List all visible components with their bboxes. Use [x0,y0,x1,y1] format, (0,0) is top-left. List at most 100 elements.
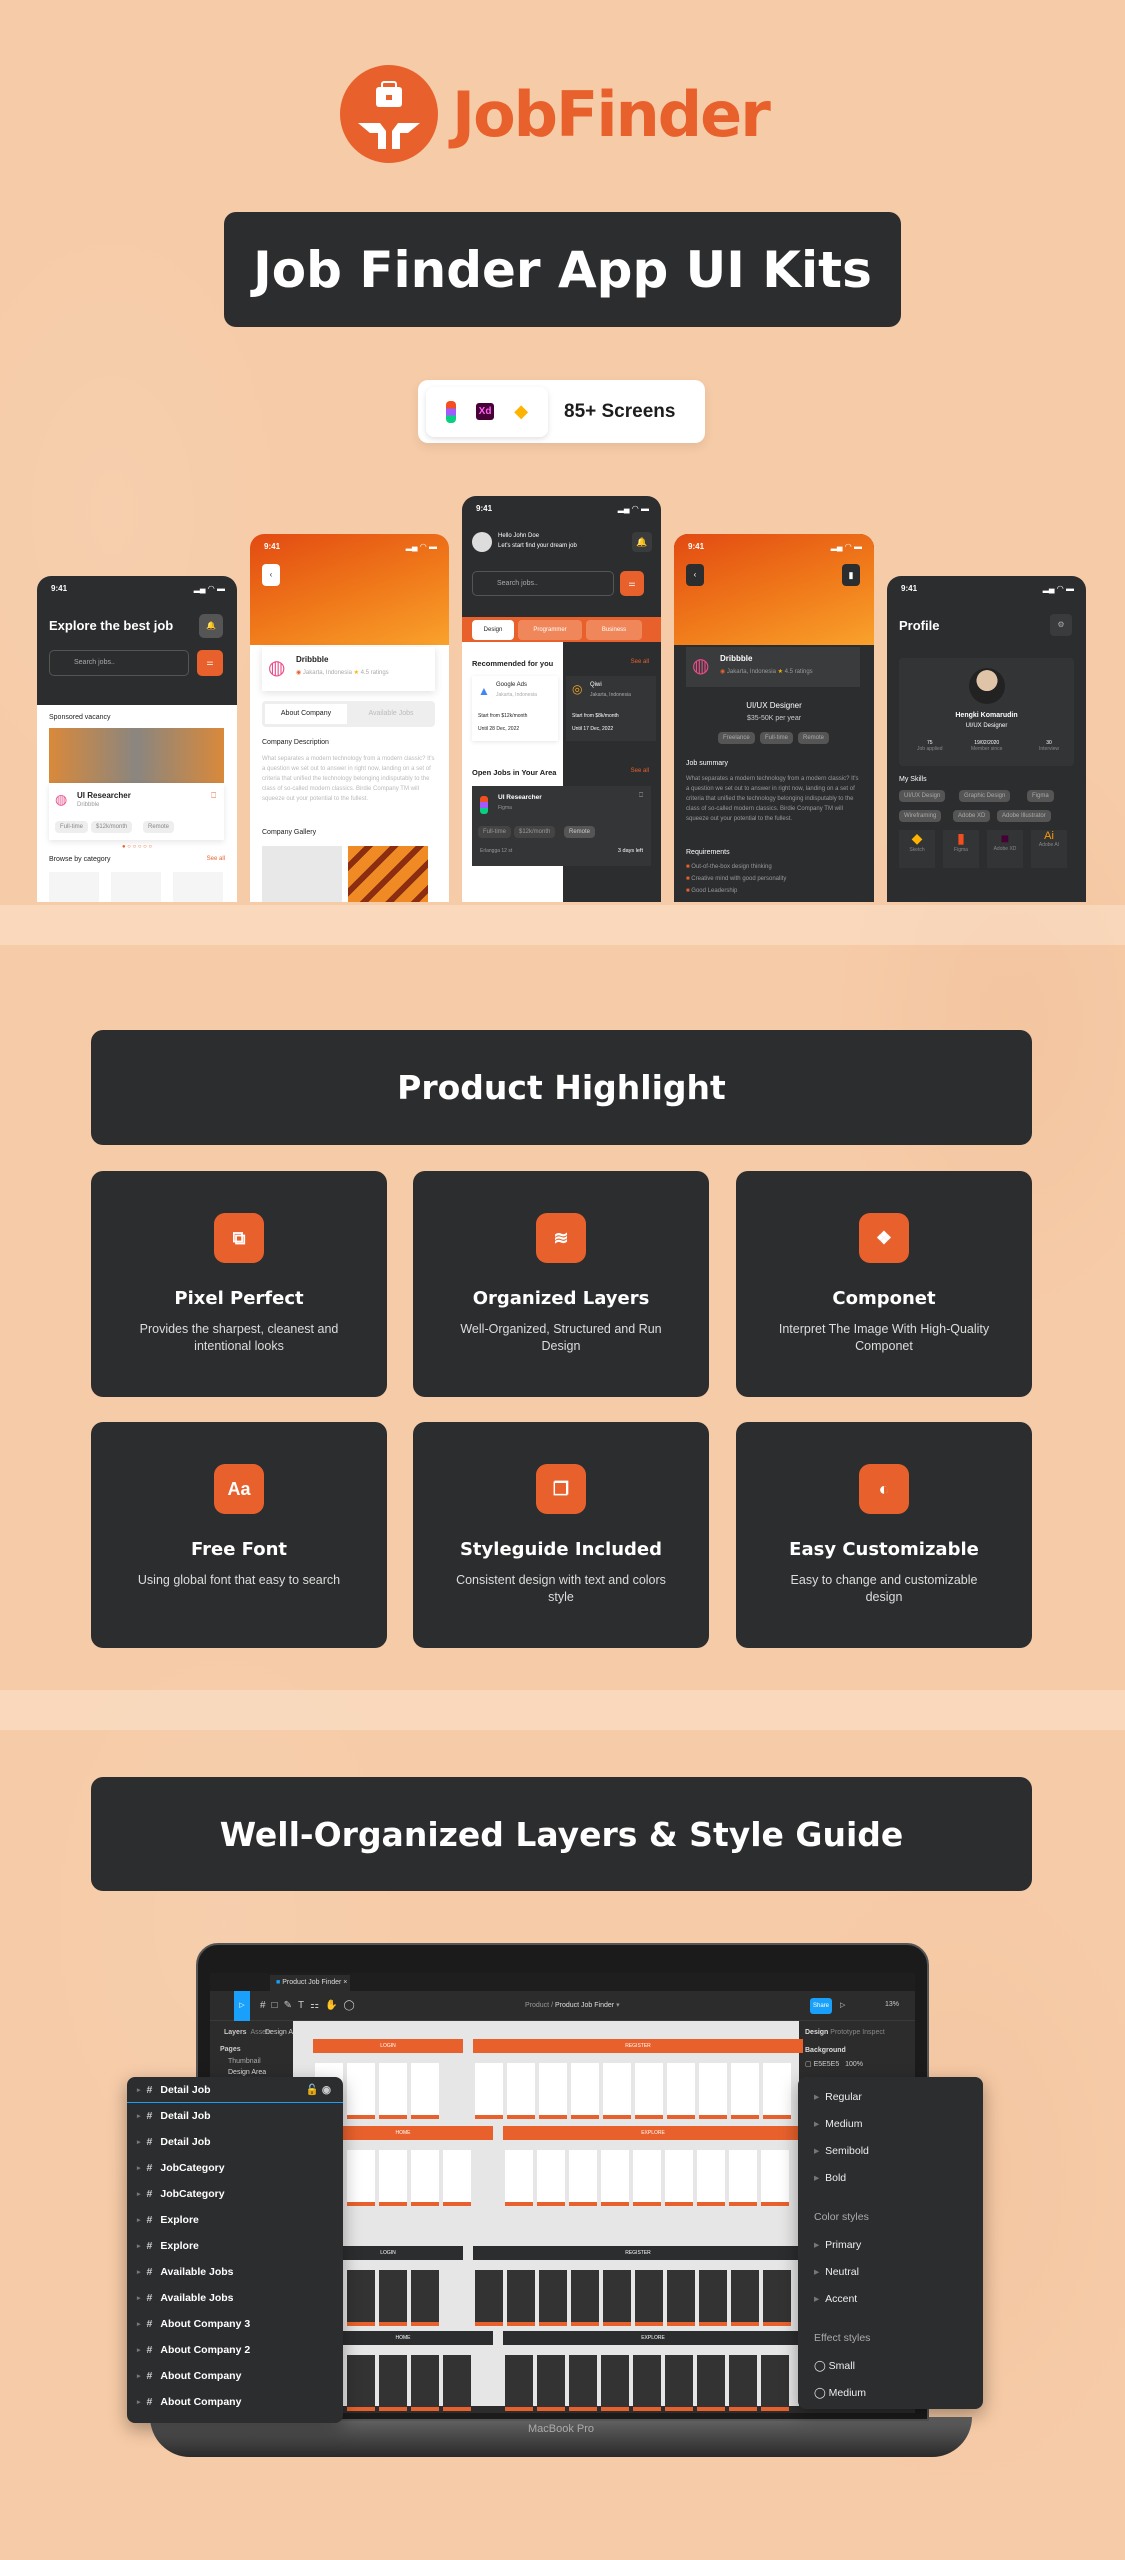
frame-thumbnail[interactable] [667,2063,695,2119]
layer-item[interactable]: ▸ # Detail Job [127,2103,343,2129]
frame-thumbnail[interactable] [603,2063,631,2119]
recommended-card[interactable]: ▲ Google Ads Jakarta, Indonesia Start fr… [472,676,558,741]
color-style-item[interactable]: ▸ Neutral [814,2266,859,2278]
section-header[interactable]: REGISTER [473,2246,803,2260]
frame-thumbnail[interactable] [569,2355,597,2411]
category-item[interactable] [111,872,161,902]
tab-business[interactable]: Business [586,620,642,640]
frame-thumbnail[interactable] [635,2270,663,2326]
search-input[interactable]: Search jobs.. [49,650,189,676]
notification-bell-icon[interactable]: 🔔 [199,614,223,638]
toolbar-tools[interactable]: #□✎T⚏✋◯ [260,2000,361,2011]
frame-thumbnail[interactable] [347,2063,375,2119]
effect-style-item[interactable]: ◯ Small [814,2360,855,2372]
layer-item[interactable]: ▸ # About Company [127,2363,343,2389]
page-item[interactable]: Design Area [228,2069,266,2076]
frame-thumbnail[interactable] [379,2150,407,2206]
effect-style-item[interactable]: ◯ Medium [814,2387,866,2399]
layer-item[interactable]: ▸ # Available Jobs [127,2259,343,2285]
back-button[interactable]: ‹ [686,564,704,586]
frame-thumbnail[interactable] [347,2150,375,2206]
frame-thumbnail[interactable] [761,2355,789,2411]
page-item[interactable]: Thumbnail [228,2058,261,2065]
frame-thumbnail[interactable] [571,2270,599,2326]
tab-available-jobs[interactable]: Available Jobs [350,704,432,724]
frame-thumbnail[interactable] [665,2150,693,2206]
frame-thumbnail[interactable] [379,2270,407,2326]
carousel-dots[interactable]: ● ○ ○ ○ ○ ○ [122,844,152,850]
frame-thumbnail[interactable] [475,2063,503,2119]
frame-thumbnail[interactable] [699,2270,727,2326]
file-tab[interactable]: ■ Product Job Finder × [270,1975,350,1991]
frame-thumbnail[interactable] [539,2270,567,2326]
layer-item[interactable]: ▸ # About Company [127,2389,343,2415]
avatar[interactable] [472,532,492,552]
text-style-item[interactable]: ▸ Semibold [814,2145,869,2157]
filter-button[interactable]: ⚌ [197,650,223,676]
color-style-item[interactable]: ▸ Primary [814,2239,861,2251]
frame-thumbnail[interactable] [699,2063,727,2119]
frame-thumbnail[interactable] [601,2150,629,2206]
frame-thumbnail[interactable] [761,2150,789,2206]
frame-thumbnail[interactable] [697,2150,725,2206]
tab-programmer[interactable]: Programmer [518,620,582,640]
frame-thumbnail[interactable] [411,2270,439,2326]
frame-thumbnail[interactable] [537,2355,565,2411]
frame-thumbnail[interactable] [729,2355,757,2411]
layer-item[interactable]: ▸ # About Company 3 [127,2311,343,2337]
layer-item[interactable]: ▸ # Explore [127,2233,343,2259]
frame-thumbnail[interactable] [505,2355,533,2411]
section-header[interactable]: LOGIN [313,2039,463,2053]
frame-thumbnail[interactable] [411,2063,439,2119]
present-icon[interactable]: ▷ [840,2001,845,2009]
layer-item[interactable]: ▸ # Detail Job 🔓 ◉ [127,2077,343,2103]
frame-thumbnail[interactable] [763,2270,791,2326]
frame-thumbnail[interactable] [411,2355,439,2411]
frame-thumbnail[interactable] [697,2355,725,2411]
frame-thumbnail[interactable] [537,2150,565,2206]
layer-item[interactable]: ▸ # About Company 2 [127,2337,343,2363]
frame-thumbnail[interactable] [443,2355,471,2411]
gallery-image[interactable] [348,846,428,902]
frame-thumbnail[interactable] [379,2063,407,2119]
layer-item[interactable]: ▸ # Available Jobs [127,2285,343,2311]
frame-thumbnail[interactable] [347,2270,375,2326]
layer-item[interactable]: ▸ # Detail Job [127,2129,343,2155]
right-panel-tabs[interactable]: Design Prototype Inspect [805,2029,885,2036]
recommended-card[interactable]: ◎ Qiwi Jakarta, Indonesia Start from $8k… [566,676,656,741]
lock-visibility-icons[interactable]: 🔓 ◉ [306,2083,331,2096]
section-header[interactable]: EXPLORE [503,2126,803,2140]
frame-thumbnail[interactable] [731,2063,759,2119]
frame-thumbnail[interactable] [569,2150,597,2206]
filter-button[interactable]: ⚌ [620,571,644,596]
notification-bell-icon[interactable]: 🔔 [632,532,652,552]
bookmark-icon[interactable]: ▮ [842,564,860,586]
figma-canvas[interactable]: LOGIN REGISTER HOME EXPLORE LOGIN REGISTER HOM… [293,2021,803,2411]
zoom-level[interactable]: 13% [885,2001,899,2008]
frame-thumbnail[interactable] [379,2355,407,2411]
frame-thumbnail[interactable] [601,2355,629,2411]
see-all-link[interactable]: See all [207,856,225,862]
bookmark-icon[interactable]: ⎕ [639,792,643,800]
breadcrumb[interactable]: Product / Product Job Finder ▾ [525,2001,620,2009]
frame-thumbnail[interactable] [347,2355,375,2411]
layer-item[interactable]: ▸ # Explore [127,2207,343,2233]
section-header[interactable]: REGISTER [473,2039,803,2053]
move-tool-icon[interactable]: ▷ [234,1991,250,2021]
frame-thumbnail[interactable] [505,2150,533,2206]
frame-thumbnail[interactable] [633,2355,661,2411]
gallery-image[interactable] [262,846,342,902]
category-item[interactable] [49,872,99,902]
open-job-card[interactable]: UI Researcher Figma ⎕ Full-time $12k/mon… [472,786,651,866]
frame-thumbnail[interactable] [667,2270,695,2326]
see-all-link[interactable]: See all [631,659,649,665]
tab-about-company[interactable]: About Company [265,704,347,724]
category-item[interactable] [173,872,223,902]
frame-thumbnail[interactable] [539,2063,567,2119]
frame-thumbnail[interactable] [665,2355,693,2411]
frame-thumbnail[interactable] [507,2063,535,2119]
share-button[interactable]: Share [810,1998,832,2014]
see-all-link[interactable]: See all [631,768,649,774]
frame-thumbnail[interactable] [475,2270,503,2326]
frame-thumbnail[interactable] [411,2150,439,2206]
